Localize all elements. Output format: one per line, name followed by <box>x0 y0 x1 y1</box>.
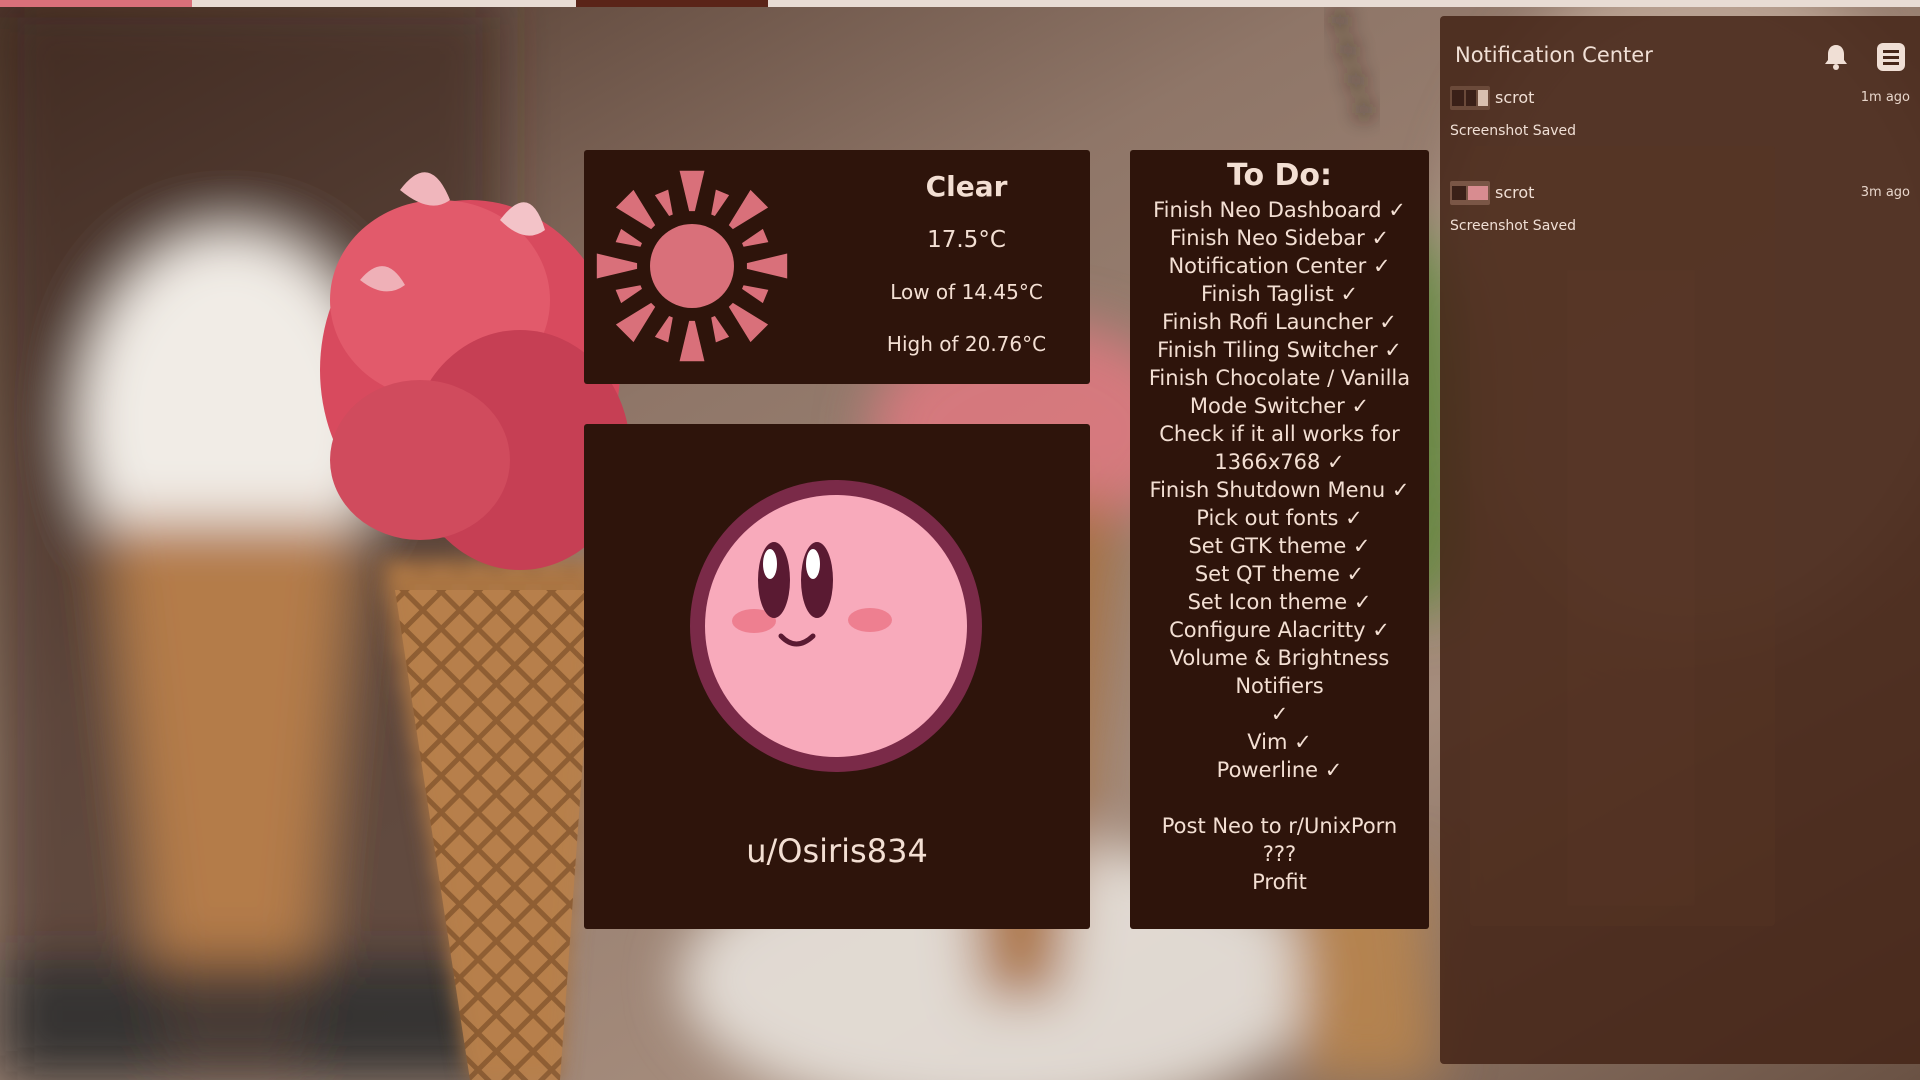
todo-item: Finish Chocolate / Vanilla <box>1148 366 1411 390</box>
todo-item: Powerline ✓ <box>1216 758 1343 782</box>
weather-temperature: 17.5°C <box>927 227 1006 253</box>
weather-widget: Clear 17.5°C Low of 14.45°C High of 20.7… <box>584 150 1090 384</box>
todo-item: Set GTK theme ✓ <box>1188 534 1371 558</box>
username: u/Osiris834 <box>746 832 928 870</box>
todo-item: Mode Switcher ✓ <box>1189 394 1370 418</box>
todo-list: Finish Neo Dashboard ✓ Finish Neo Sidebar… <box>1130 196 1429 896</box>
tag-10[interactable] <box>1728 0 1920 7</box>
tag-8[interactable] <box>1344 0 1536 7</box>
tag-7[interactable] <box>1152 0 1344 7</box>
notification-time: 1m ago <box>1860 90 1910 105</box>
tag-1[interactable] <box>0 0 192 7</box>
todo-item: Check if it all works for <box>1159 422 1400 446</box>
todo-item: Notification Center ✓ <box>1168 254 1391 278</box>
tag-9[interactable] <box>1536 0 1728 7</box>
todo-widget: To Do: Finish Neo Dashboard ✓ Finish Neo … <box>1130 150 1429 929</box>
todo-item: Set Icon theme ✓ <box>1187 590 1372 614</box>
weather-low: Low of 14.45°C <box>890 280 1043 304</box>
screenshot-thumbnail-icon <box>1450 86 1490 110</box>
notification-time: 3m ago <box>1860 185 1910 200</box>
todo-item: Post Neo to r/UnixPorn <box>1161 814 1398 838</box>
tag-5[interactable] <box>768 0 960 7</box>
todo-item: 1366x768 ✓ <box>1214 450 1345 474</box>
notification-backdrop <box>1470 146 1775 926</box>
notification-body: Screenshot Saved <box>1450 218 1577 234</box>
todo-item: Finish Neo Sidebar ✓ <box>1169 226 1390 250</box>
weather-condition: Clear <box>925 170 1008 203</box>
tag-2[interactable] <box>192 0 384 7</box>
notification-item[interactable]: scrot 1m ago Screenshot Saved <box>1440 86 1920 166</box>
notification-item[interactable]: scrot 3m ago Screenshot Saved <box>1440 181 1920 261</box>
notification-app: scrot <box>1495 88 1535 107</box>
notification-center-title: Notification Center <box>1455 43 1653 67</box>
todo-item: Finish Shutdown Menu ✓ <box>1149 478 1410 502</box>
profile-widget: u/Osiris834 <box>584 424 1090 929</box>
menu-icon[interactable] <box>1873 39 1909 75</box>
sun-icon <box>596 170 788 362</box>
kirby-avatar <box>690 480 982 772</box>
todo-item: Finish Tiling Switcher ✓ <box>1157 338 1402 362</box>
tag-6[interactable] <box>960 0 1152 7</box>
todo-spacer <box>1134 784 1425 812</box>
todo-title: To Do: <box>1226 158 1333 193</box>
todo-item: Vim ✓ <box>1247 730 1312 754</box>
notification-app: scrot <box>1495 183 1535 202</box>
todo-item: Profit <box>1252 870 1307 894</box>
todo-item: ??? <box>1262 842 1297 866</box>
notification-center: Notification Center scrot 1m ago Screens… <box>1440 16 1920 1064</box>
desktop: Clear 17.5°C Low of 14.45°C High of 20.7… <box>0 0 1920 1080</box>
todo-item: Pick out fonts ✓ <box>1196 506 1363 530</box>
weather-details: Clear 17.5°C Low of 14.45°C High of 20.7… <box>844 150 1089 384</box>
bell-icon[interactable] <box>1818 39 1854 75</box>
todo-item: Volume & Brightness Notifiers <box>1169 646 1390 698</box>
tag-4[interactable] <box>576 0 768 7</box>
todo-item: ✓ <box>1270 702 1289 726</box>
todo-item: Set QT theme ✓ <box>1194 562 1365 586</box>
taglist-bar <box>0 0 1920 7</box>
todo-item: Finish Rofi Launcher ✓ <box>1162 310 1397 334</box>
notification-body: Screenshot Saved <box>1450 123 1577 139</box>
todo-item: Finish Taglist ✓ <box>1200 282 1359 306</box>
tag-3[interactable] <box>384 0 576 7</box>
todo-item: Configure Alacritty ✓ <box>1169 618 1390 642</box>
weather-high: High of 20.76°C <box>886 332 1047 356</box>
todo-item: Finish Neo Dashboard ✓ <box>1153 198 1406 222</box>
screenshot-thumbnail-icon <box>1450 181 1490 205</box>
